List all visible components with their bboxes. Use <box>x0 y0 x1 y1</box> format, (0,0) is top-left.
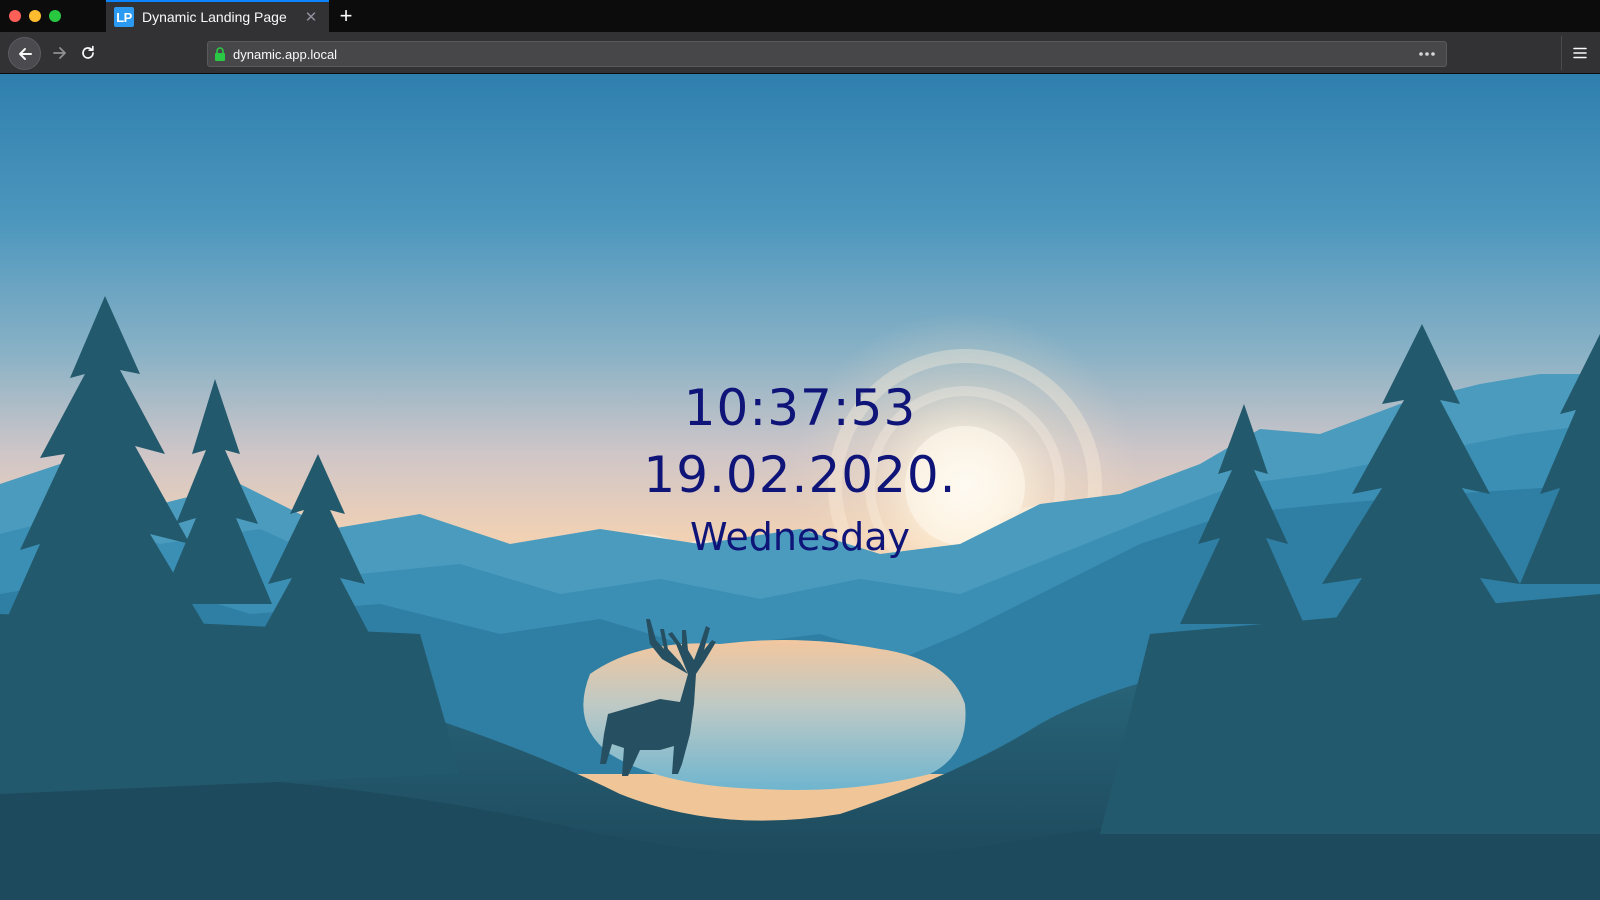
clock-display: 10:37:53 19.02.2020. Wednesday <box>0 376 1600 564</box>
reload-button[interactable] <box>76 41 100 65</box>
back-arrow-icon <box>18 47 32 60</box>
reload-icon <box>82 45 94 59</box>
tab-strip: LP Dynamic Landing Page ✕ + <box>0 0 1600 32</box>
current-time: 10:37:53 <box>683 379 917 437</box>
forward-arrow-icon <box>53 47 66 59</box>
close-window-button[interactable] <box>9 10 21 22</box>
window-controls <box>0 0 106 32</box>
lock-icon <box>215 47 225 61</box>
current-date: 19.02.2020. <box>643 446 957 504</box>
address-bar[interactable]: dynamic.app.local <box>207 41 1447 67</box>
toolbar-separator <box>1561 36 1562 70</box>
current-weekday: Wednesday <box>689 515 910 559</box>
navigation-toolbar: dynamic.app.local <box>0 32 1600 74</box>
page-viewport: 10:37:53 19.02.2020. Wednesday <box>0 74 1600 900</box>
new-tab-button[interactable]: + <box>329 0 363 32</box>
maximize-window-button[interactable] <box>49 10 61 22</box>
page-actions-button[interactable] <box>1416 45 1438 63</box>
back-button[interactable] <box>8 37 41 70</box>
forward-button[interactable] <box>48 41 72 65</box>
more-horizontal-icon <box>1419 52 1435 56</box>
tab-title: Dynamic Landing Page <box>142 9 287 25</box>
hamburger-menu-icon <box>1573 47 1587 59</box>
tab-favicon-icon: LP <box>114 7 134 27</box>
tab-close-icon[interactable]: ✕ <box>299 5 323 29</box>
minimize-window-button[interactable] <box>29 10 41 22</box>
menu-button[interactable] <box>1567 41 1593 65</box>
url-text[interactable]: dynamic.app.local <box>233 47 337 62</box>
tab-active[interactable]: LP Dynamic Landing Page ✕ <box>106 0 329 32</box>
